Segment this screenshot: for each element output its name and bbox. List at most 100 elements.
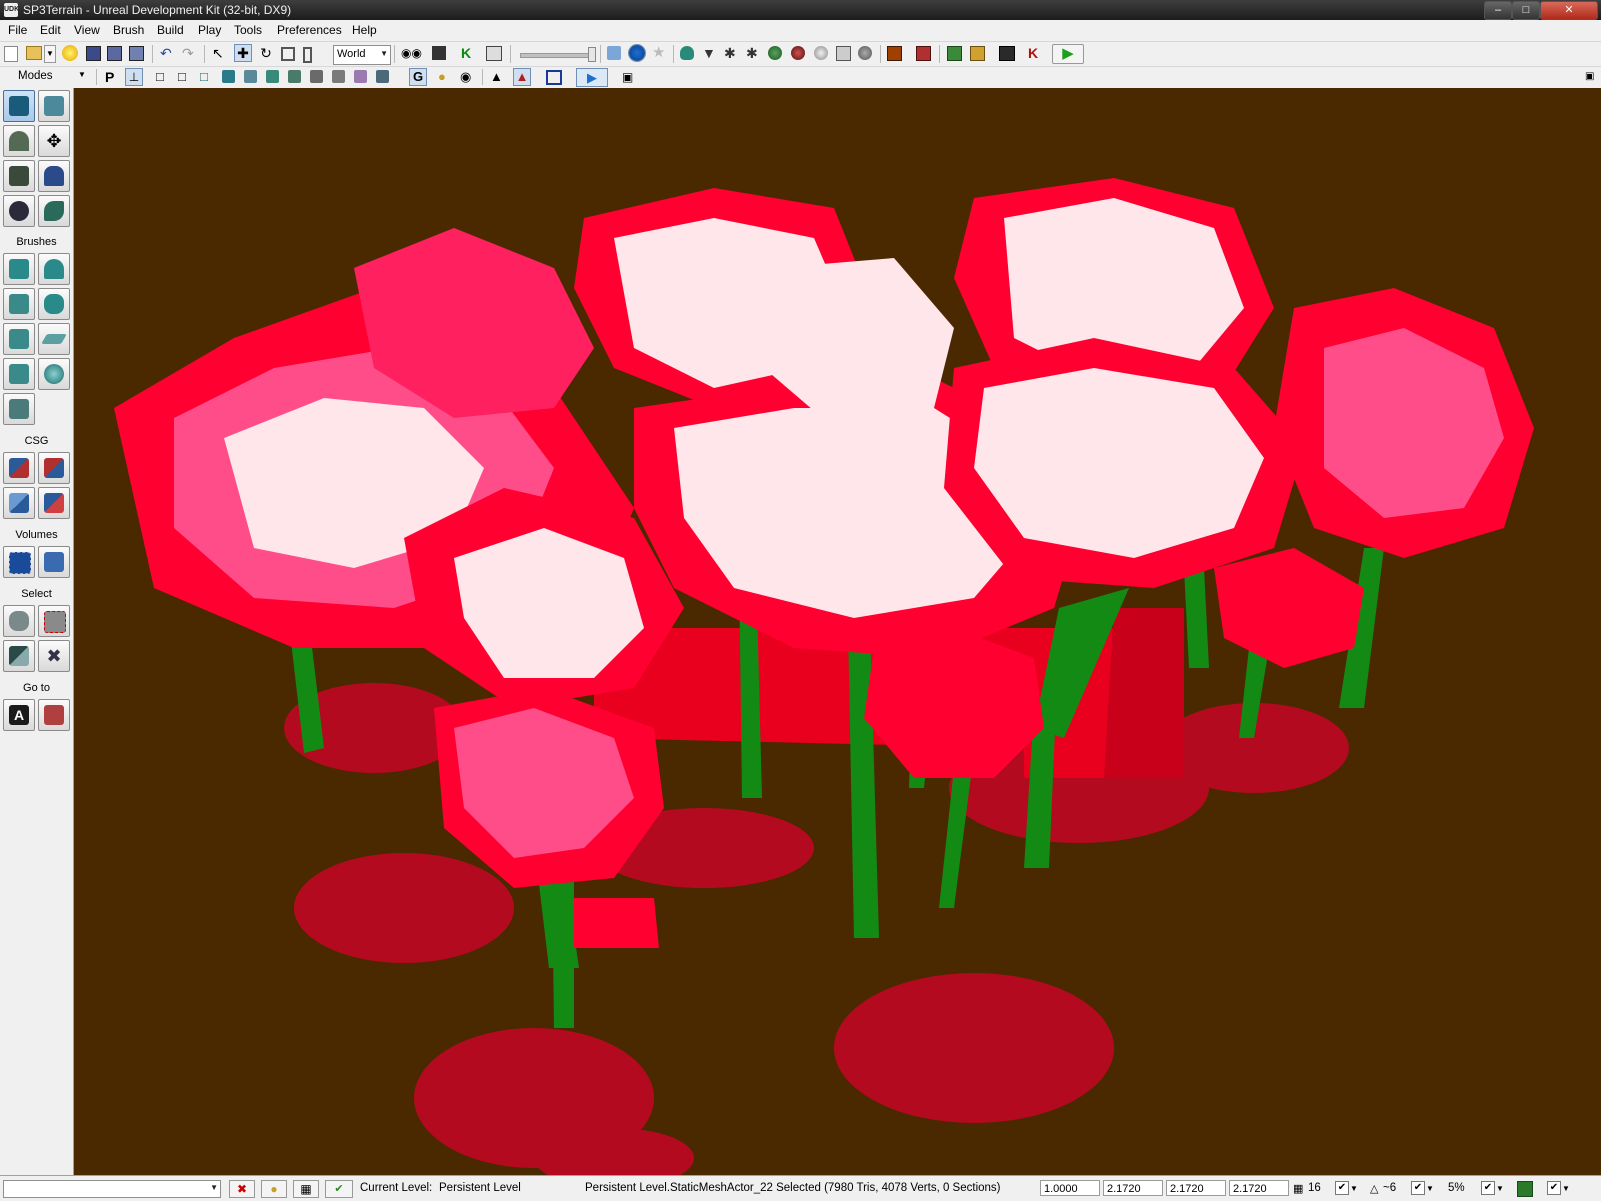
lit-view-icon[interactable] [222,70,235,83]
geometry-mode-button[interactable] [38,90,70,122]
foliage-mode-button[interactable] [38,195,70,227]
close-button[interactable]: ✕ [1540,1,1598,20]
maximize-button[interactable]: □ [1512,1,1540,20]
menu-view[interactable]: View [74,23,100,37]
restore-viewport-icon[interactable]: ▣ [1585,69,1601,85]
cone-brush-button[interactable] [38,253,70,285]
camera-speed-slider-track[interactable] [520,53,592,58]
cube-brush-button[interactable] [3,253,35,285]
modes-chevron-down-icon[interactable]: ▼ [78,70,86,79]
volume-dropdown-button[interactable] [38,546,70,578]
menu-play[interactable]: Play [198,23,221,37]
detail-lighting-icon[interactable] [244,70,257,83]
cube-map-icon[interactable] [836,46,851,61]
menu-preferences[interactable]: Preferences [277,23,342,37]
build-paths-icon[interactable]: ✱ [724,45,740,61]
material-icon[interactable] [916,46,931,61]
csg-intersect-button[interactable] [3,487,35,519]
actor-snap-icon[interactable]: ▲ [490,69,506,85]
reflections-icon[interactable] [376,70,389,83]
camera-speed-slider-thumb[interactable] [588,47,596,62]
linear-stair-button[interactable] [3,288,35,320]
rotation-chevron-down-icon[interactable]: ▼ [1426,1184,1434,1193]
toggle-grid-icon[interactable] [607,46,621,60]
content-browser-icon[interactable] [432,46,446,60]
sheet-brush-button[interactable] [38,323,70,355]
rotation-snap-checkbox[interactable]: ✔ [1411,1181,1425,1195]
play-sound-icon[interactable] [858,46,872,60]
menu-edit[interactable]: Edit [40,23,61,37]
landscape-mode-button[interactable] [3,195,35,227]
grid-snap-checkbox[interactable]: ✔ [1335,1181,1349,1195]
lighting-only-icon[interactable] [266,70,279,83]
realtime-toggle-icon[interactable]: ▶ [576,68,608,87]
menu-build[interactable]: Build [157,23,184,37]
lock-icon[interactable]: ● [438,69,454,85]
film-toggle-icon[interactable]: ▦ [293,1180,319,1198]
scale-z-field[interactable]: 2.1720 [1229,1180,1289,1196]
minimize-button[interactable]: – [1484,1,1512,20]
realtime-audio-icon[interactable]: ▲ [513,68,531,86]
maximize-viewport-icon[interactable] [546,70,562,85]
save-all-icon[interactable] [107,46,122,61]
play-in-editor-icon[interactable]: ▶ [1052,44,1084,64]
monitor-icon[interactable] [999,46,1015,61]
mobile-preview-icon[interactable] [947,46,962,61]
menu-tools[interactable]: Tools [234,23,262,37]
cylinder-brush-button[interactable] [38,288,70,320]
open-folder-icon[interactable] [26,46,42,60]
scale-chevron-down-icon[interactable]: ▼ [1496,1184,1504,1193]
command-input[interactable]: ▼ [3,1180,221,1198]
goto-builder-brush-button[interactable] [38,699,70,731]
check-level-icon[interactable]: ✔ [325,1180,353,1198]
shader-complexity-icon[interactable] [332,70,345,83]
texture-alignment-button[interactable]: ✥ [38,125,70,157]
camera-lock-icon[interactable]: ▣ [622,69,638,85]
coordinate-system-dropdown[interactable]: World ▼ [333,45,391,65]
texture-density-icon[interactable] [310,70,323,83]
menu-help[interactable]: Help [352,23,377,37]
csg-subtract-button[interactable] [38,452,70,484]
new-file-icon[interactable] [4,46,18,62]
scale-mode-icon[interactable] [281,47,295,61]
lightmap-density-icon[interactable] [354,70,367,83]
mesh-paint-button[interactable] [3,160,35,192]
build-geometry-icon[interactable] [680,46,694,60]
terrain-mode-button[interactable] [3,125,35,157]
play-on-pc-icon[interactable]: K [1028,45,1044,61]
show-selected-button[interactable] [3,605,35,637]
save-as-icon[interactable] [129,46,144,61]
select-cursor-icon[interactable]: ↖ [212,46,228,62]
open-dropdown-icon[interactable]: ▼ [44,45,56,63]
redo-icon[interactable]: ↷ [182,46,198,62]
show-all-button[interactable]: ✖ [38,640,70,672]
scale-snap-checkbox[interactable]: ✔ [1481,1181,1495,1195]
matinee-icon[interactable] [486,46,502,61]
csg-add-button[interactable] [3,452,35,484]
build-all-icon[interactable] [768,46,782,60]
autosave-chevron-down-icon[interactable]: ▼ [1562,1184,1570,1193]
csg-deintersect-button[interactable] [38,487,70,519]
drag-grid-toggle-icon[interactable]: ✖ [229,1180,255,1198]
brush-wireframe-icon[interactable]: □ [178,69,194,85]
undo-icon[interactable]: ↶ [160,46,176,62]
grid-chevron-down-icon[interactable]: ▼ [1350,1184,1358,1193]
scale-y-field[interactable]: 2.1720 [1166,1180,1226,1196]
scale-x-field[interactable]: 2.1720 [1103,1180,1163,1196]
light-complexity-icon[interactable] [288,70,301,83]
kismet-icon[interactable]: K [461,45,477,61]
wireframe-cube-icon[interactable]: □ [156,69,172,85]
console-icon[interactable] [970,46,985,61]
binoculars-search-icon[interactable]: ◉◉ [401,46,422,62]
build-lighting-icon[interactable]: ▼ [702,45,718,61]
add-volume-button[interactable] [3,546,35,578]
eye-icon[interactable]: ◉ [460,69,476,85]
save-icon[interactable] [86,46,101,61]
drag-grid-field[interactable]: 1.0000 [1040,1180,1100,1196]
build-cover-icon[interactable]: ✱ [746,45,762,61]
lightbulb-icon[interactable] [814,46,828,60]
game-view-icon[interactable]: G [409,68,427,86]
camera-mode-button[interactable] [3,90,35,122]
invert-selection-button[interactable] [3,640,35,672]
menu-brush[interactable]: Brush [113,23,144,37]
